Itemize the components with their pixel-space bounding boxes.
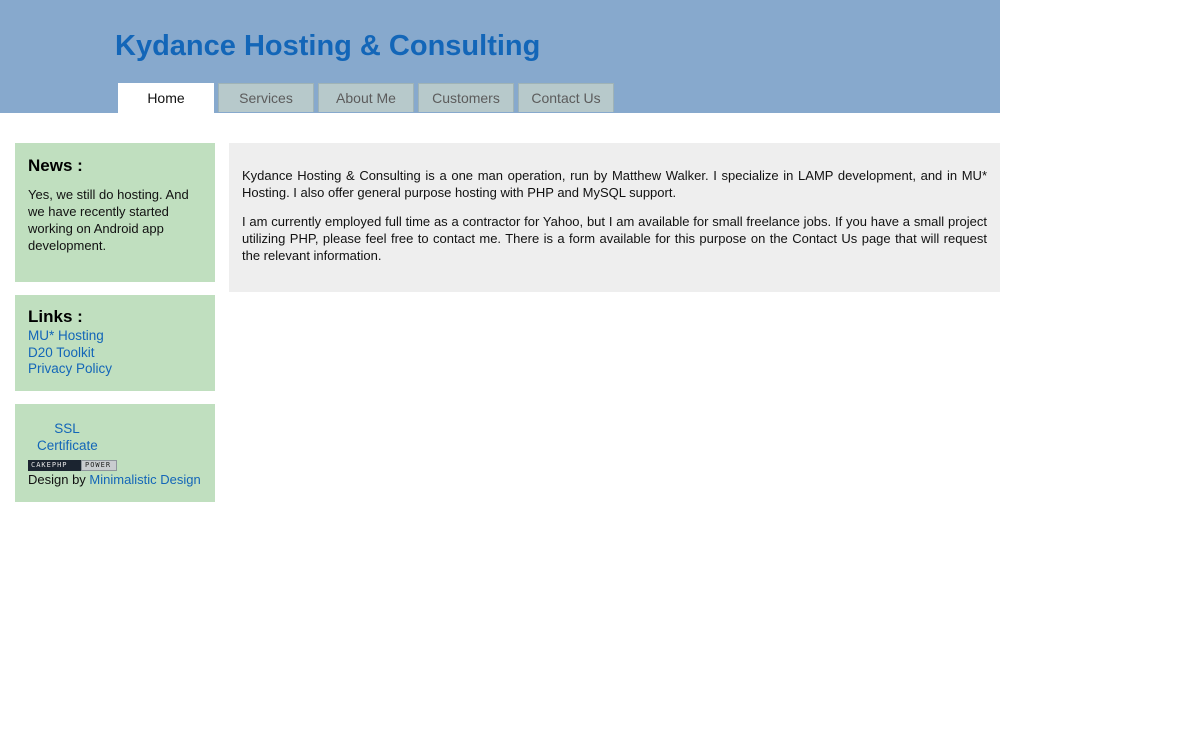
link-privacy-policy[interactable]: Privacy Policy — [28, 361, 202, 378]
tab-services[interactable]: Services — [218, 83, 314, 112]
tab-about-me[interactable]: About Me — [318, 83, 414, 112]
link-d20-toolkit[interactable]: D20 Toolkit — [28, 345, 202, 362]
news-text: Yes, we still do hosting. And we have re… — [28, 187, 189, 253]
link-mu-hosting[interactable]: MU* Hosting — [28, 328, 202, 345]
minimalistic-design-link[interactable]: Minimalistic Design — [89, 472, 200, 487]
freelance-paragraph: I am currently employed full time as a c… — [242, 214, 987, 263]
design-credit: Design by Minimalistic Design — [28, 472, 201, 488]
links-box: Links : MU* Hosting D20 Toolkit Privacy … — [15, 295, 215, 391]
tab-customers[interactable]: Customers — [418, 83, 514, 112]
news-box: News : Yes, we still do hosting. And we … — [15, 143, 215, 282]
site-title: Kydance Hosting & Consulting — [115, 30, 541, 62]
design-credit-prefix: Design by — [28, 472, 90, 487]
cakephp-badge-right: POWER — [81, 460, 117, 471]
tab-home[interactable]: Home — [118, 83, 214, 113]
links-heading: Links : — [28, 307, 83, 326]
intro-paragraph: Kydance Hosting & Consulting is a one ma… — [242, 168, 987, 200]
badges-box: SSL Certificate CAKEPHP POWER Design by … — [15, 404, 215, 502]
news-heading: News : — [28, 156, 83, 175]
cakephp-power-badge[interactable]: CAKEPHP POWER — [28, 460, 117, 471]
tab-contact-us[interactable]: Contact Us — [518, 83, 614, 112]
main-content: Kydance Hosting & Consulting is a one ma… — [229, 143, 1000, 292]
site-header: Kydance Hosting & Consulting Home Servic… — [0, 0, 1000, 113]
ssl-certificate-link[interactable]: SSL Certificate — [37, 420, 98, 454]
cakephp-badge-left: CAKEPHP — [28, 460, 81, 471]
